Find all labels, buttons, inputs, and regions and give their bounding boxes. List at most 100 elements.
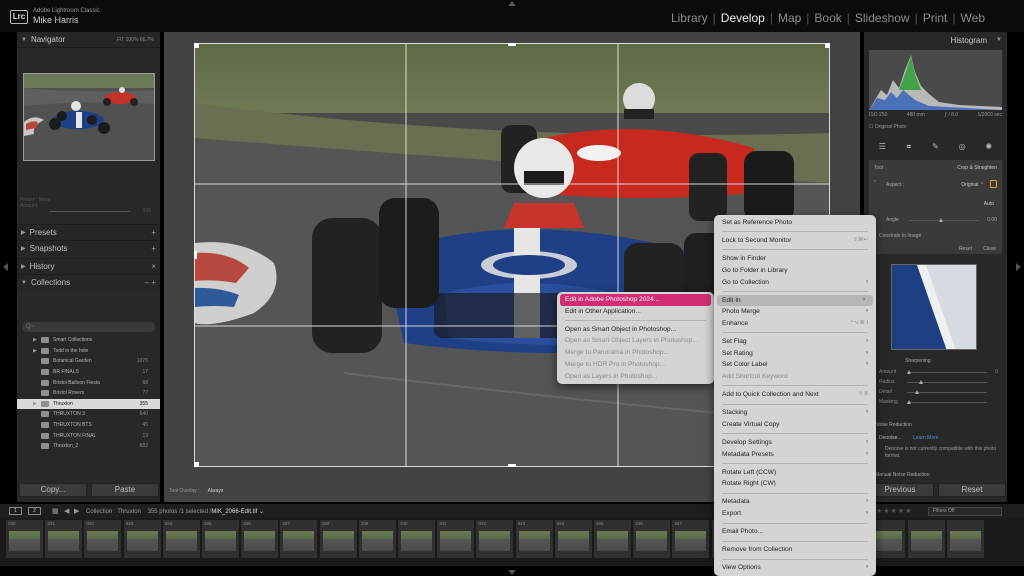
left-panel-toggle-icon[interactable] xyxy=(3,263,8,271)
menu-item[interactable]: Metadata Presets › xyxy=(714,449,876,461)
filmstrip-thumbnail[interactable]: 342 xyxy=(476,520,514,558)
crop-close-button[interactable]: Close xyxy=(983,246,996,252)
filmstrip-thumbnail[interactable]: 331 xyxy=(45,520,83,558)
module-map[interactable]: Map xyxy=(773,11,806,25)
filmstrip-thumbnail[interactable]: 343 xyxy=(515,520,553,558)
filmstrip-thumbnail[interactable]: 346 xyxy=(633,520,671,558)
filmstrip-thumbnail[interactable]: 340 xyxy=(398,520,435,558)
filmstrip-thumbnail[interactable]: 345 xyxy=(594,520,631,558)
sharpening-amount-slider[interactable] xyxy=(907,370,987,374)
filmstrip-thumbnail[interactable]: 338 xyxy=(319,520,357,558)
menu-item[interactable]: Go to Folder in Library xyxy=(714,265,876,277)
menu-item[interactable]: Email Photo... xyxy=(714,526,876,538)
menu-item[interactable]: Export › xyxy=(714,508,876,520)
menu-item[interactable]: Edit In › xyxy=(717,294,873,307)
original-photo-checkbox[interactable]: ☐ Original Photo xyxy=(869,124,907,130)
menu-item[interactable]: Edit in Other Application... xyxy=(557,306,714,318)
menu-item[interactable]: Rotate Right (CW) xyxy=(714,478,876,490)
primary-display-button[interactable]: 1 xyxy=(9,507,22,515)
filmstrip-thumbnail[interactable]: 330 xyxy=(6,520,43,558)
crop-reset-button[interactable]: Reset xyxy=(959,246,972,252)
filmstrip-thumbnail[interactable]: 336 xyxy=(241,520,279,558)
collections-panel-header[interactable]: ▼ Collections – + xyxy=(17,274,160,290)
prev-arrow-icon[interactable]: ◀ xyxy=(64,507,69,515)
menu-item[interactable]: Rotate Left (CCW) xyxy=(714,467,876,479)
menu-item[interactable]: Stacking › xyxy=(714,407,876,419)
next-arrow-icon[interactable]: ▶ xyxy=(74,507,79,515)
navigator-zoom-options[interactable]: FIT 100% 66.7% xyxy=(117,37,160,43)
previous-button[interactable]: Previous xyxy=(866,483,934,497)
collection-item[interactable]: ▶ Smart Collections xyxy=(17,335,160,346)
filmstrip-thumbnail[interactable] xyxy=(907,520,945,558)
module-web[interactable]: Web xyxy=(956,11,990,25)
collection-item[interactable]: THRUXTON FINAL 13 xyxy=(17,430,160,441)
top-panel-toggle-icon[interactable] xyxy=(508,1,516,6)
rating-filter[interactable]: ★★★★★ xyxy=(876,507,912,515)
expand-triangle-icon[interactable]: ▶ xyxy=(33,401,41,407)
menu-item[interactable]: Set Color Label › xyxy=(714,359,876,371)
collection-item[interactable]: Bristol Rovers 77 xyxy=(17,388,160,399)
collection-item[interactable]: ▶ Todd in the hole xyxy=(17,346,160,357)
grid-view-icon[interactable]: ▦ xyxy=(52,507,59,515)
angle-slider[interactable] xyxy=(909,218,979,222)
expand-triangle-icon[interactable]: ▶ xyxy=(33,337,41,343)
filmstrip-thumbnail[interactable]: 347 xyxy=(672,520,710,558)
menu-item[interactable]: Go to Collection › xyxy=(714,277,876,289)
collection-item[interactable]: ▶ Thruxton 355 xyxy=(17,398,160,410)
histogram[interactable] xyxy=(869,50,1002,110)
copy-settings-button[interactable]: Copy... xyxy=(19,483,87,497)
denoise-button[interactable]: Denoise... xyxy=(879,435,902,441)
collection-item[interactable]: Botanical Garden 1075 xyxy=(17,356,160,367)
menu-item[interactable]: Add Shortcut Keyword xyxy=(714,371,876,383)
filmstrip-thumbnail[interactable]: 339 xyxy=(358,520,396,558)
collection-item[interactable]: THRUXTON 3 640 xyxy=(17,409,160,420)
menu-item[interactable]: Show in Finder xyxy=(714,253,876,265)
sharpening-masking-slider[interactable] xyxy=(907,400,987,404)
sliders-icon[interactable]: ☰ xyxy=(877,143,887,151)
expand-triangle-icon[interactable]: ▶ xyxy=(33,348,41,354)
menu-item[interactable]: Add to Quick Collection and Next ⇧ B xyxy=(714,389,876,401)
menu-item[interactable]: Remove from Collection xyxy=(714,544,876,556)
menu-item[interactable]: Open as Smart Object in Photoshop... xyxy=(557,324,714,336)
filmstrip-thumbnail[interactable]: 332 xyxy=(84,520,122,558)
secondary-display-button[interactable]: 2 xyxy=(28,507,41,515)
menu-item[interactable]: Develop Settings › xyxy=(714,437,876,449)
navigator-header[interactable]: ▼ Navigator FIT 100% 66.7% xyxy=(17,32,160,48)
menu-item[interactable]: Photo Merge › xyxy=(714,306,876,318)
reset-button[interactable]: Reset xyxy=(938,483,1006,497)
filmstrip-thumbnail[interactable]: 334 xyxy=(162,520,200,558)
history-panel-header[interactable]: ▶ History × xyxy=(17,258,160,274)
menu-item[interactable]: Open as Layers in Photoshop... xyxy=(557,371,714,383)
module-develop[interactable]: Develop xyxy=(716,11,770,25)
filmstrip-toggle-icon[interactable] xyxy=(508,570,516,575)
menu-item[interactable]: Merge to Panorama in Photoshop... xyxy=(557,347,714,359)
menu-item[interactable]: Merge to HDR Pro in Photoshop... xyxy=(557,359,714,371)
filters-select[interactable]: Filters Off xyxy=(928,507,1002,516)
lock-icon[interactable] xyxy=(990,180,997,188)
collection-item[interactable]: Bristol Balloon Fiesta 68 xyxy=(17,377,160,388)
collections-search-input[interactable]: Q~ xyxy=(22,322,155,332)
collection-item[interactable]: Thruxton_2 682 xyxy=(17,441,160,452)
right-panel-toggle-icon[interactable] xyxy=(1016,263,1021,271)
menu-item[interactable]: View Options › xyxy=(714,562,876,574)
menu-item[interactable]: Set Rating › xyxy=(714,348,876,360)
auto-straighten-button[interactable]: Auto xyxy=(984,201,994,207)
sharpening-detail-slider[interactable] xyxy=(907,390,987,394)
menu-item[interactable]: Create Virtual Copy xyxy=(714,419,876,431)
presets-panel-header[interactable]: ▶ Presets + xyxy=(17,224,160,240)
collection-item[interactable]: THRUXTON BTS 45 xyxy=(17,420,160,431)
menu-item[interactable]: Lock to Second Monitor ⇧⌘↩ xyxy=(714,235,876,247)
navigator-preview[interactable] xyxy=(23,73,155,161)
tool-overlay-select[interactable]: Always xyxy=(208,488,224,494)
module-slideshow[interactable]: Slideshow xyxy=(850,11,915,25)
detail-preview[interactable] xyxy=(891,264,977,350)
module-print[interactable]: Print xyxy=(918,11,953,25)
redeye-icon[interactable]: ◎ xyxy=(957,143,967,151)
menu-item[interactable]: Set Flag › xyxy=(714,336,876,348)
snapshots-panel-header[interactable]: ▶ Snapshots + xyxy=(17,240,160,256)
paste-settings-button[interactable]: Paste xyxy=(91,483,159,497)
healing-icon[interactable]: ✎ xyxy=(930,143,940,151)
menu-item[interactable]: Edit in Adobe Photoshop 2024... xyxy=(560,294,711,306)
aspect-select[interactable]: Original ⌃ xyxy=(961,182,984,188)
module-library[interactable]: Library xyxy=(666,11,713,25)
